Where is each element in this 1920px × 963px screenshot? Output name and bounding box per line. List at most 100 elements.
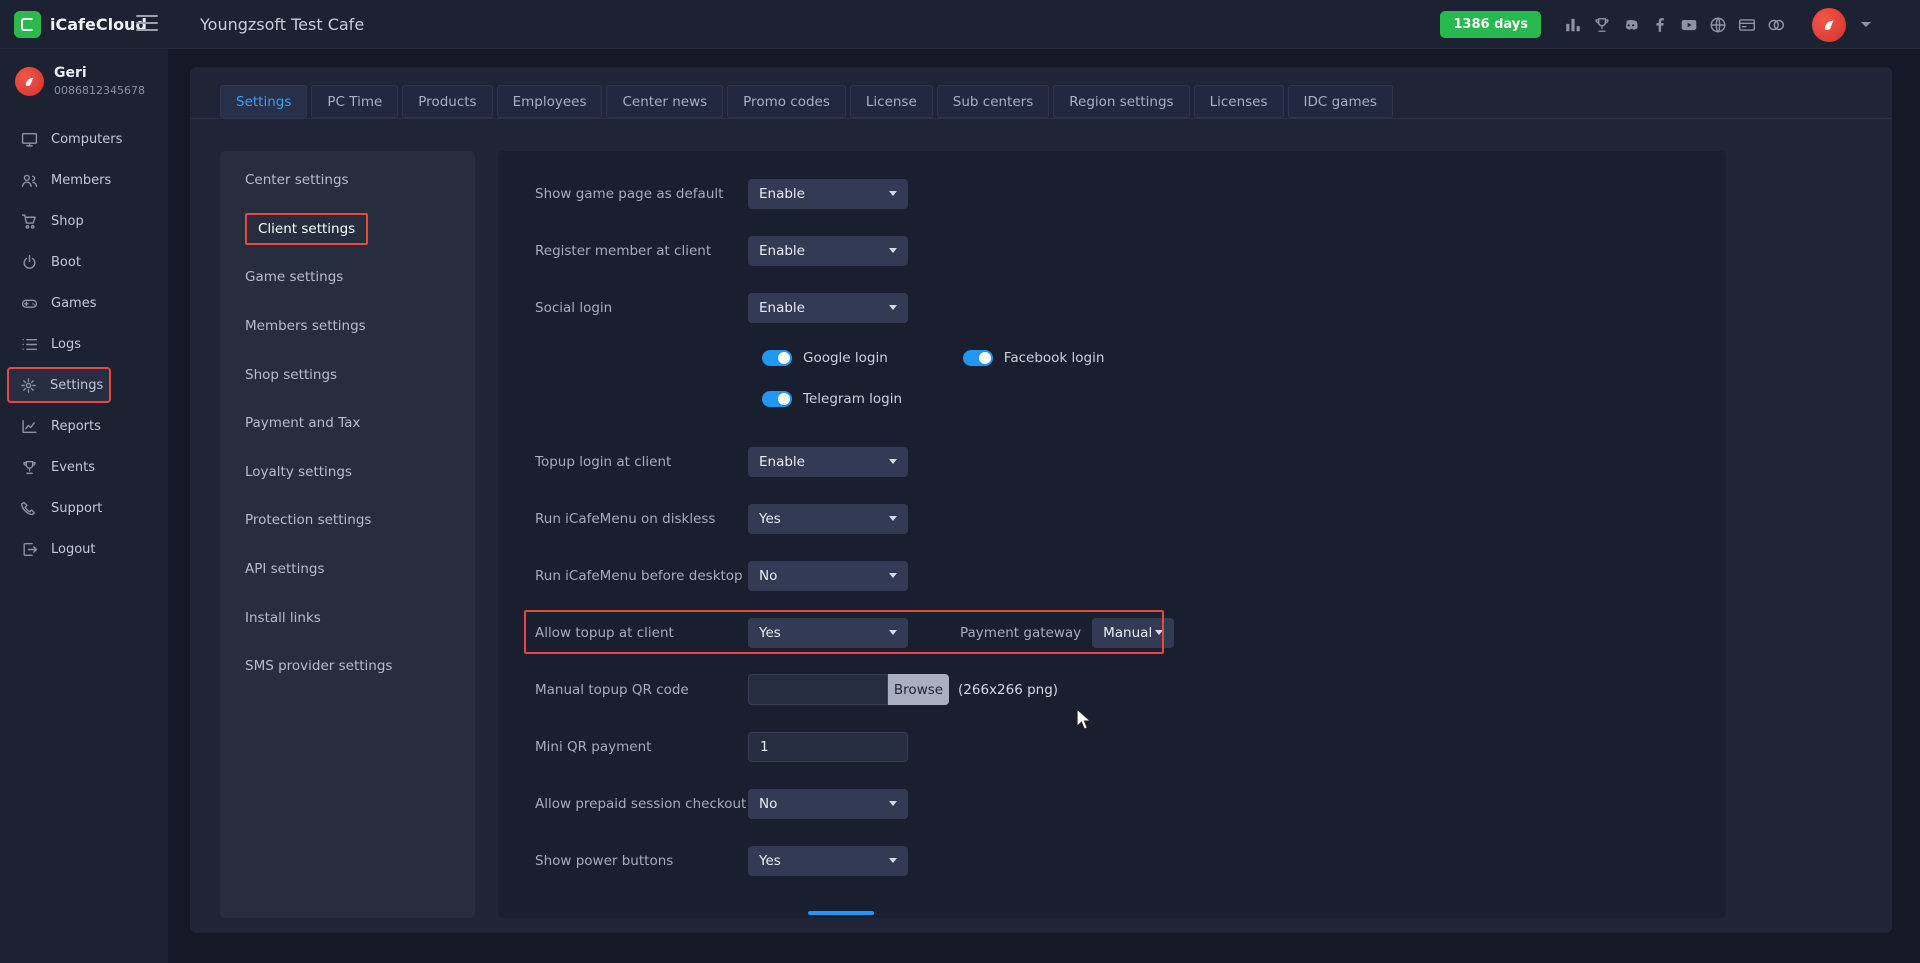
- sidebar-item-games[interactable]: Games: [0, 283, 168, 324]
- sidebar-item-label: Logout: [51, 542, 96, 557]
- tab-employees[interactable]: Employees: [497, 85, 603, 118]
- tab-settings[interactable]: Settings: [220, 85, 307, 118]
- nav-protection-settings[interactable]: Protection settings: [220, 496, 475, 545]
- register-member-select[interactable]: Enable: [748, 236, 908, 266]
- telegram-login-toggle[interactable]: [762, 391, 792, 407]
- field-label: Run iCafeMenu on diskless: [535, 511, 748, 527]
- run-icafemenu-before-desktop-select[interactable]: No: [748, 561, 908, 591]
- field-label: Register member at client: [535, 243, 748, 259]
- sidebar-item-logout[interactable]: Logout: [0, 529, 168, 570]
- tab-idc-games[interactable]: IDC games: [1288, 85, 1393, 118]
- nav-install-links[interactable]: Install links: [220, 593, 475, 642]
- id-card-icon[interactable]: [1738, 16, 1756, 34]
- facebook-login-toggle[interactable]: [963, 350, 993, 366]
- sidebar-item-computers[interactable]: Computers: [0, 119, 168, 160]
- power-buttons-select[interactable]: Yes: [748, 846, 908, 876]
- facebook-icon[interactable]: [1651, 16, 1669, 34]
- discord-icon[interactable]: [1622, 16, 1640, 34]
- field-label: Topup login at client: [535, 454, 748, 470]
- google-login-toggle[interactable]: [762, 350, 792, 366]
- social-toggles-row-2: Telegram login: [498, 380, 1726, 418]
- form-row-allow-topup: Allow topup at client Yes Payment gatewa…: [498, 604, 1726, 661]
- nav-shop-settings[interactable]: Shop settings: [220, 350, 475, 399]
- power-icon: [21, 254, 38, 271]
- sidebar-item-label: Support: [51, 501, 102, 516]
- form-row-register-member: Register member at client Enable: [498, 222, 1726, 279]
- nav-item-label: Loyalty settings: [245, 464, 352, 480]
- sidebar-item-reports[interactable]: Reports: [0, 406, 168, 447]
- allow-topup-select[interactable]: Yes: [748, 618, 908, 648]
- account-avatar[interactable]: [1812, 8, 1846, 42]
- client-settings-form: Show game page as default Enable Registe…: [498, 151, 1726, 918]
- user-name: Geri: [54, 65, 145, 81]
- manual-topup-qr-input[interactable]: [748, 674, 888, 705]
- show-game-page-select[interactable]: Enable: [748, 179, 908, 209]
- cafe-title: Youngzsoft Test Cafe: [200, 0, 364, 49]
- payment-gateway-select[interactable]: Manual: [1092, 618, 1174, 648]
- license-days-badge: 1386 days: [1440, 11, 1541, 38]
- topup-login-select[interactable]: Enable: [748, 447, 908, 477]
- form-row-run-diskless: Run iCafeMenu on diskless Yes: [498, 490, 1726, 547]
- nav-api-settings[interactable]: API settings: [220, 545, 475, 594]
- nav-item-label: Install links: [245, 610, 321, 626]
- tab-region-settings[interactable]: Region settings: [1053, 85, 1189, 118]
- hamburger-menu-icon[interactable]: [136, 15, 158, 33]
- sidebar-item-logs[interactable]: Logs: [0, 324, 168, 365]
- sidebar-item-support[interactable]: Support: [0, 488, 168, 529]
- chevron-down-icon: [1155, 630, 1163, 635]
- users-icon: [21, 172, 38, 189]
- main-card: Settings PC Time Products Employees Cent…: [190, 67, 1892, 933]
- toggle-label: Google login: [803, 350, 888, 366]
- nav-game-settings[interactable]: Game settings: [220, 253, 475, 302]
- prepaid-checkout-select[interactable]: No: [748, 789, 908, 819]
- tab-products[interactable]: Products: [402, 85, 492, 118]
- nav-sms-provider-settings[interactable]: SMS provider settings: [220, 642, 475, 691]
- tab-pc-time[interactable]: PC Time: [311, 85, 398, 118]
- browse-button[interactable]: Browse: [888, 674, 949, 705]
- phone-icon: [21, 500, 38, 517]
- sidebar-item-shop[interactable]: Shop: [0, 201, 168, 242]
- layers-icon[interactable]: [1767, 16, 1785, 34]
- chart-icon: [21, 418, 38, 435]
- tab-licenses[interactable]: Licenses: [1194, 85, 1284, 118]
- chevron-down-icon: [889, 459, 897, 464]
- sidebar-item-settings[interactable]: Settings: [7, 367, 111, 403]
- select-value: Enable: [759, 300, 805, 316]
- sidebar-item-events[interactable]: Events: [0, 447, 168, 488]
- nav-center-settings[interactable]: Center settings: [220, 156, 475, 205]
- gamepad-icon: [21, 295, 38, 312]
- gear-icon: [20, 377, 37, 394]
- field-label: Manual topup QR code: [535, 682, 748, 698]
- sidebar-item-members[interactable]: Members: [0, 160, 168, 201]
- tab-promo-codes[interactable]: Promo codes: [727, 85, 846, 118]
- select-value: No: [759, 568, 777, 584]
- select-value: Yes: [759, 625, 781, 641]
- select-value: Enable: [759, 186, 805, 202]
- globe-icon[interactable]: [1709, 16, 1727, 34]
- horizontal-scrollbar-thumb[interactable]: [808, 911, 874, 915]
- nav-client-settings[interactable]: Client settings: [220, 205, 475, 254]
- tab-bar-divider: [190, 118, 1892, 119]
- nav-members-settings[interactable]: Members settings: [220, 302, 475, 351]
- trophy-icon[interactable]: [1593, 16, 1611, 34]
- top-bar: iCafeCloud Youngzsoft Test Cafe 1386 day…: [0, 0, 1920, 49]
- bar-chart-icon[interactable]: [1564, 16, 1582, 34]
- account-chevron-down-icon[interactable]: [1861, 22, 1871, 27]
- social-toggles-row-1: Google login Facebook login: [498, 336, 1726, 380]
- sidebar-item-label: Shop: [51, 214, 84, 229]
- tab-sub-centers[interactable]: Sub centers: [937, 85, 1049, 118]
- tab-center-news[interactable]: Center news: [606, 85, 723, 118]
- tab-license[interactable]: License: [850, 85, 933, 118]
- cart-icon: [21, 213, 38, 230]
- nav-loyalty-settings[interactable]: Loyalty settings: [220, 448, 475, 497]
- toggle-label: Facebook login: [1004, 350, 1105, 366]
- nav-payment-and-tax[interactable]: Payment and Tax: [220, 399, 475, 448]
- payment-gateway-label: Payment gateway: [960, 625, 1081, 641]
- icafecloud-app: iCafeCloud Youngzsoft Test Cafe 1386 day…: [0, 0, 1920, 963]
- sidebar-item-boot[interactable]: Boot: [0, 242, 168, 283]
- youtube-icon[interactable]: [1680, 16, 1698, 34]
- run-icafemenu-diskless-select[interactable]: Yes: [748, 504, 908, 534]
- social-login-select[interactable]: Enable: [748, 293, 908, 323]
- telegram-login-toggle-group: Telegram login: [762, 391, 902, 407]
- mini-qr-payment-input[interactable]: [748, 732, 908, 762]
